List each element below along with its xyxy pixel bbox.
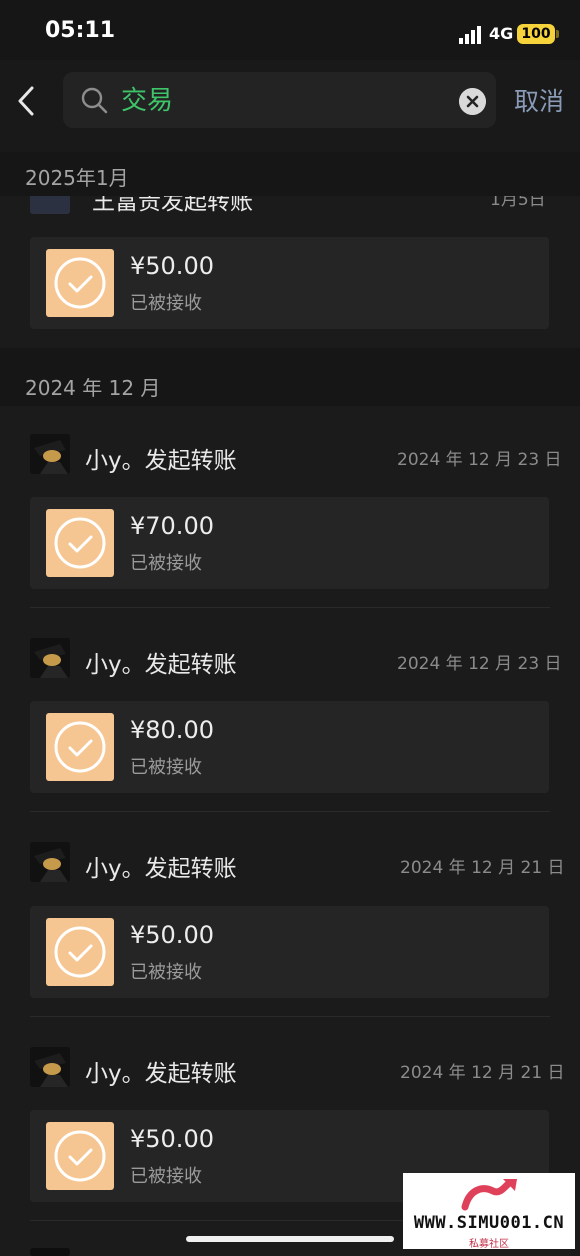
transfer-amount: ¥50.00 bbox=[130, 921, 214, 949]
row-date: 2024 年 12 月 21 日 bbox=[400, 858, 565, 878]
row-date: 1月5日 bbox=[490, 196, 546, 210]
row-date: 2024 年 12 月 23 日 bbox=[397, 450, 562, 470]
network-type: 4G bbox=[489, 24, 514, 43]
row-date: 2024 年 12 月 21 日 bbox=[400, 1063, 565, 1083]
avatar bbox=[30, 1248, 70, 1256]
search-icon bbox=[81, 87, 108, 114]
transfer-card[interactable]: ¥80.00 已被接收 bbox=[30, 701, 549, 793]
row-title: 小y。发起转账 bbox=[85, 1061, 237, 1087]
watermark-logo: WWW.SIMU001.CN 私募社区 bbox=[403, 1173, 575, 1250]
cancel-button[interactable]: 取消 bbox=[514, 82, 564, 118]
divider bbox=[30, 1016, 550, 1017]
section-title: 2024 年 12 月 bbox=[25, 376, 161, 400]
back-chevron-icon[interactable] bbox=[10, 82, 44, 120]
transfer-card[interactable]: ¥70.00 已被接收 bbox=[30, 497, 549, 589]
transfer-amount: ¥50.00 bbox=[130, 1125, 214, 1153]
transfer-card[interactable]: ¥50.00 已被接收 bbox=[30, 237, 549, 329]
search-input[interactable] bbox=[121, 83, 441, 117]
row-title: 小y。发起转账 bbox=[85, 448, 237, 474]
avatar bbox=[30, 638, 70, 678]
avatar bbox=[30, 842, 70, 882]
check-circle-icon bbox=[54, 1130, 106, 1182]
check-circle-icon bbox=[54, 926, 106, 978]
row-title: 小y。发起转账 bbox=[85, 652, 237, 678]
transfer-tile bbox=[46, 249, 114, 317]
row-title: 王富贵发起转账 bbox=[92, 196, 253, 215]
clear-icon[interactable] bbox=[459, 88, 486, 115]
transfer-amount: ¥50.00 bbox=[130, 252, 214, 280]
transfer-status: 已被接收 bbox=[130, 962, 202, 983]
avatar bbox=[30, 1047, 70, 1087]
check-circle-icon bbox=[54, 721, 106, 773]
divider bbox=[30, 811, 550, 812]
logo-mark-icon bbox=[461, 1179, 517, 1211]
transfer-card[interactable]: ¥50.00 已被接收 bbox=[30, 906, 549, 998]
avatar bbox=[30, 196, 70, 214]
transfer-tile bbox=[46, 918, 114, 986]
transfer-status: 已被接收 bbox=[130, 1166, 202, 1187]
check-circle-icon bbox=[54, 517, 106, 569]
transfer-status: 已被接收 bbox=[130, 757, 202, 778]
status-time: 05:11 bbox=[45, 18, 116, 43]
list-item-partial[interactable]: 王富贵发起转账 1月5日 bbox=[0, 196, 580, 216]
battery-indicator: 100 bbox=[517, 24, 555, 44]
section-title: 2025年1月 bbox=[25, 166, 129, 190]
check-circle-icon bbox=[54, 257, 106, 309]
transfer-tile bbox=[46, 713, 114, 781]
battery-cap bbox=[556, 30, 559, 38]
home-indicator[interactable] bbox=[186, 1236, 394, 1242]
row-title: 小y。发起转账 bbox=[85, 856, 237, 882]
divider bbox=[30, 607, 550, 608]
signal-icon bbox=[459, 26, 481, 44]
transfer-status: 已被接收 bbox=[130, 553, 202, 574]
avatar bbox=[30, 434, 70, 474]
row-date: 2024 年 12 月 23 日 bbox=[397, 654, 562, 674]
transfer-tile bbox=[46, 509, 114, 577]
watermark-subtitle: 私募社区 bbox=[469, 1239, 509, 1250]
transfer-tile bbox=[46, 1122, 114, 1190]
transfer-status: 已被接收 bbox=[130, 293, 202, 314]
transfer-amount: ¥70.00 bbox=[130, 512, 214, 540]
watermark-site: WWW.SIMU001.CN bbox=[413, 1213, 565, 1233]
transfer-amount: ¥80.00 bbox=[130, 716, 214, 744]
